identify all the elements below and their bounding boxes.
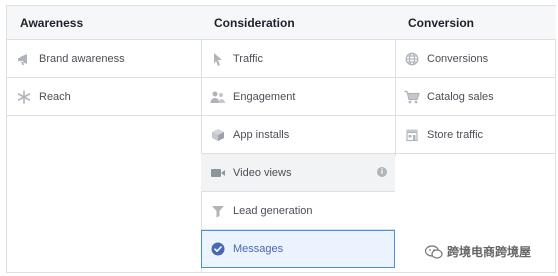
consideration-column: Consideration Traffic Engagement App ins… — [201, 6, 395, 272]
objective-app-installs[interactable]: App installs — [201, 116, 395, 154]
conversion-header: Conversion — [395, 6, 556, 40]
objective-label: Video views — [233, 166, 292, 179]
objective-label: Store traffic — [427, 128, 484, 141]
objective-traffic[interactable]: Traffic — [201, 40, 395, 78]
objective-label: Traffic — [233, 52, 263, 65]
objective-label: Conversions — [427, 52, 489, 65]
campaign-objective-grid: Awareness Brand awareness Reach Consider… — [6, 5, 556, 273]
objective-conversions[interactable]: Conversions — [395, 40, 556, 78]
objective-label: Reach — [39, 90, 71, 103]
objective-video-views[interactable]: Video views i — [201, 154, 395, 192]
store-icon — [403, 126, 421, 144]
objective-messages[interactable]: Messages — [201, 230, 395, 268]
checkmark-circle-icon — [209, 240, 227, 258]
objective-label: Catalog sales — [427, 90, 494, 103]
asterisk-icon — [15, 88, 33, 106]
wechat-icon — [425, 244, 443, 259]
funnel-icon — [209, 202, 227, 220]
megaphone-icon — [15, 50, 33, 68]
objective-engagement[interactable]: Engagement — [201, 78, 395, 116]
objective-label: Engagement — [233, 90, 296, 103]
objective-label: Brand awareness — [39, 52, 125, 65]
watermark-text: 跨境电商跨境屋 — [447, 245, 532, 259]
info-icon[interactable]: i — [377, 167, 387, 177]
shopping-cart-icon — [403, 88, 421, 106]
cube-icon — [209, 126, 227, 144]
objective-label: Lead generation — [233, 204, 313, 217]
objective-label: Messages — [233, 242, 284, 255]
awareness-column: Awareness Brand awareness Reach — [7, 6, 201, 272]
people-icon — [209, 88, 227, 106]
objective-reach[interactable]: Reach — [7, 78, 201, 116]
video-camera-icon — [209, 164, 227, 182]
consideration-header: Consideration — [201, 6, 395, 40]
globe-icon — [403, 50, 421, 68]
watermark: 跨境电商跨境屋 — [425, 243, 531, 260]
cursor-icon — [209, 50, 227, 68]
objective-catalog-sales[interactable]: Catalog sales — [395, 78, 556, 116]
objective-label: App installs — [233, 128, 290, 141]
objective-store-traffic[interactable]: Store traffic — [395, 116, 556, 154]
objective-brand-awareness[interactable]: Brand awareness — [7, 40, 201, 78]
conversion-column: Conversion Conversions Catalog sales Sto… — [395, 6, 556, 272]
objective-lead-generation[interactable]: Lead generation — [201, 192, 395, 230]
awareness-header: Awareness — [7, 6, 201, 40]
